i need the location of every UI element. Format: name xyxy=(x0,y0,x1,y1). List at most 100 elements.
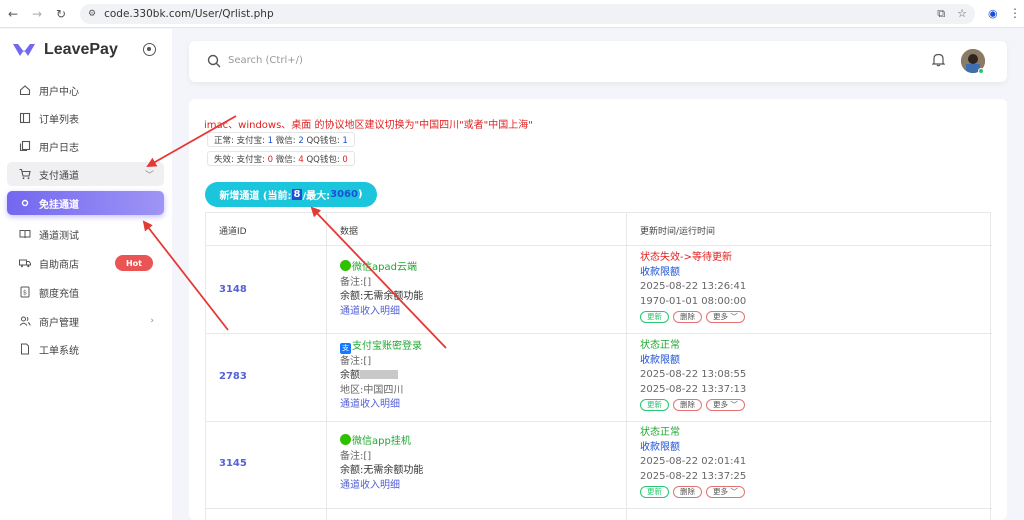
url-text: code.330bk.com/User/Qrlist.php xyxy=(104,8,274,20)
run-time: 2025-08-22 13:37:13 xyxy=(640,383,747,395)
region-notice: imac、windows、桌面 的协议地区建议切换为"中国四川"或者"中国上海" xyxy=(204,120,533,131)
sidebar: LeavePay 用户中心 订单列表 用户日志 支付通道 ﹀ 免挂通道 通道测试… xyxy=(0,29,172,520)
sidebar-item-label: 用户日志 xyxy=(39,142,79,154)
delete-button[interactable]: 删除 xyxy=(673,486,702,498)
sidebar-item-label: 额度充值 xyxy=(39,288,79,300)
translate-icon[interactable]: ⧉ xyxy=(937,7,945,21)
channel-balance: 余额:无需余额功能 xyxy=(340,465,424,476)
top-navbar: Search (Ctrl+/) xyxy=(189,41,1007,82)
more-button[interactable]: 更多 ﹀ xyxy=(706,311,745,323)
delete-button[interactable]: 删除 xyxy=(673,311,702,323)
sidebar-item-label: 订单列表 xyxy=(39,114,79,126)
sidebar-item-free-channel[interactable]: 免挂通道 xyxy=(7,191,164,215)
alipay-icon: 支 xyxy=(340,343,351,354)
profile-icon[interactable]: ◉ xyxy=(988,7,998,20)
update-time: 2025-08-22 02:01:41 xyxy=(640,456,747,467)
truck-icon xyxy=(19,257,31,269)
normal-status-summary: 正常: 支付宝: 1 微信: 2 QQ钱包: 1 xyxy=(207,132,355,147)
sidebar-item-channel-test[interactable]: 通道测试 xyxy=(7,222,164,246)
limit-link[interactable]: 收款限额 xyxy=(640,441,746,456)
channel-table: 通道ID 数据 更新时间/运行时间 3148 微信apad云端 备注:[] 余额… xyxy=(205,212,992,520)
bookmark-star-icon[interactable]: ☆ xyxy=(957,7,967,21)
channel-status: 状态正常 xyxy=(640,340,680,351)
search-input[interactable]: Search (Ctrl+/) xyxy=(228,55,303,66)
address-bar[interactable]: ⚙ code.330bk.com/User/Qrlist.php ⧉ ☆ xyxy=(80,4,975,24)
channel-data-cell: 微信apad云端 备注:[] 余额:无需余额功能 通道收入明细 xyxy=(340,260,423,319)
channel-status-cell: 状态正常 收款限额 2025-08-22 02:01:41 2025-08-22… xyxy=(640,426,746,498)
update-button[interactable]: 更新 xyxy=(640,399,669,411)
copy-icon xyxy=(19,140,31,152)
online-status-indicator xyxy=(978,68,984,74)
sidebar-item-label: 通道测试 xyxy=(39,230,79,242)
money-icon: $ xyxy=(19,286,31,298)
sidebar-item-payment-channel[interactable]: 支付通道 ﹀ xyxy=(7,162,164,186)
income-detail-link[interactable]: 通道收入明细 xyxy=(340,479,423,494)
forward-arrow-icon[interactable]: → xyxy=(30,7,44,21)
delete-button[interactable]: 删除 xyxy=(673,399,702,411)
column-header-data: 数据 xyxy=(340,227,359,237)
add-channel-button[interactable]: 新增通道 (当前: 8/最大: 3060) xyxy=(205,182,377,207)
wechat-icon xyxy=(340,434,351,445)
invalid-status-summary: 失效: 支付宝: 0 微信: 4 QQ钱包: 0 xyxy=(207,151,355,166)
sidebar-item-label: 支付通道 xyxy=(39,170,79,182)
channel-status-cell: 状态正常 收款限额 2025-08-22 13:08:55 2025-08-22… xyxy=(640,339,746,411)
channel-data-cell: 支支付宝账密登录 备注:[] 余额 地区:中国四川 通道收入明细 xyxy=(340,340,422,413)
sidebar-item-recharge[interactable]: $ 额度充值 xyxy=(7,280,164,304)
sidebar-item-user-log[interactable]: 用户日志 xyxy=(7,134,164,158)
income-detail-link[interactable]: 通道收入明细 xyxy=(340,305,423,320)
brand-name: LeavePay xyxy=(44,41,118,58)
update-button[interactable]: 更新 xyxy=(640,486,669,498)
sidebar-item-user-center[interactable]: 用户中心 xyxy=(7,78,164,102)
sidebar-item-label: 用户中心 xyxy=(39,86,79,98)
channel-remark: 备注:[] xyxy=(340,355,372,367)
channel-remark: 备注:[] xyxy=(340,450,372,462)
chevron-right-icon: › xyxy=(150,316,154,326)
chevron-down-icon: ﹀ xyxy=(730,399,738,409)
channel-region: 地区:中国四川 xyxy=(340,384,404,396)
sidebar-toggle-icon[interactable] xyxy=(143,43,156,56)
column-header-time: 更新时间/运行时间 xyxy=(640,227,716,237)
svg-text:$: $ xyxy=(23,289,27,297)
channel-type: 微信apad云端 xyxy=(352,262,417,273)
channel-id[interactable]: 3148 xyxy=(219,284,247,295)
search-icon[interactable] xyxy=(207,54,221,68)
channel-type: 支付宝账密登录 xyxy=(352,341,422,352)
book-icon xyxy=(19,228,31,240)
back-arrow-icon[interactable]: ← xyxy=(6,7,20,21)
sidebar-item-orders[interactable]: 订单列表 xyxy=(7,106,164,130)
channel-id[interactable]: 3145 xyxy=(219,458,247,469)
sidebar-item-label: 商户管理 xyxy=(39,317,79,329)
site-info-icon[interactable]: ⚙ xyxy=(88,9,96,19)
more-button[interactable]: 更多 ﹀ xyxy=(706,486,745,498)
run-time: 2025-08-22 13:37:25 xyxy=(640,470,747,482)
update-button[interactable]: 更新 xyxy=(640,311,669,323)
update-time: 2025-08-22 13:26:41 xyxy=(640,281,747,292)
income-detail-link[interactable]: 通道收入明细 xyxy=(340,398,422,413)
file-icon xyxy=(19,343,31,355)
channel-data-cell: 微信app挂机 备注:[] 余额:无需余额功能 通道收入明细 xyxy=(340,434,423,493)
update-time: 2025-08-22 13:08:55 xyxy=(640,369,747,380)
brand-logo[interactable]: LeavePay xyxy=(12,41,118,59)
channel-remark: 备注:[] xyxy=(340,276,372,288)
more-button[interactable]: 更多 ﹀ xyxy=(706,399,745,411)
channel-status-cell: 状态失效->等待更新 收款限额 2025-08-22 13:26:41 1970… xyxy=(640,251,746,323)
sidebar-item-merchant[interactable]: 商户管理 › xyxy=(7,309,164,333)
sidebar-item-label: 工单系统 xyxy=(39,345,79,357)
channel-id[interactable]: 2783 xyxy=(219,371,247,382)
run-time: 1970-01-01 08:00:00 xyxy=(640,295,747,307)
brand-logo-icon xyxy=(13,44,35,56)
hot-badge: Hot xyxy=(115,255,153,271)
sidebar-item-ticket[interactable]: 工单系统 xyxy=(7,337,164,361)
limit-link[interactable]: 收款限额 xyxy=(640,266,746,281)
circle-icon xyxy=(19,197,31,209)
chevron-down-icon: ﹀ xyxy=(730,486,738,496)
list-icon xyxy=(19,112,31,124)
reload-icon[interactable]: ↻ xyxy=(54,7,68,21)
channel-balance: 余额:无需余额功能 xyxy=(340,291,424,302)
limit-link[interactable]: 收款限额 xyxy=(640,354,746,369)
kebab-menu-icon[interactable]: ⋮ xyxy=(1009,6,1021,20)
bell-icon[interactable] xyxy=(932,52,945,67)
cart-icon xyxy=(19,168,31,180)
chevron-down-icon: ﹀ xyxy=(144,170,154,181)
users-icon xyxy=(19,315,31,327)
